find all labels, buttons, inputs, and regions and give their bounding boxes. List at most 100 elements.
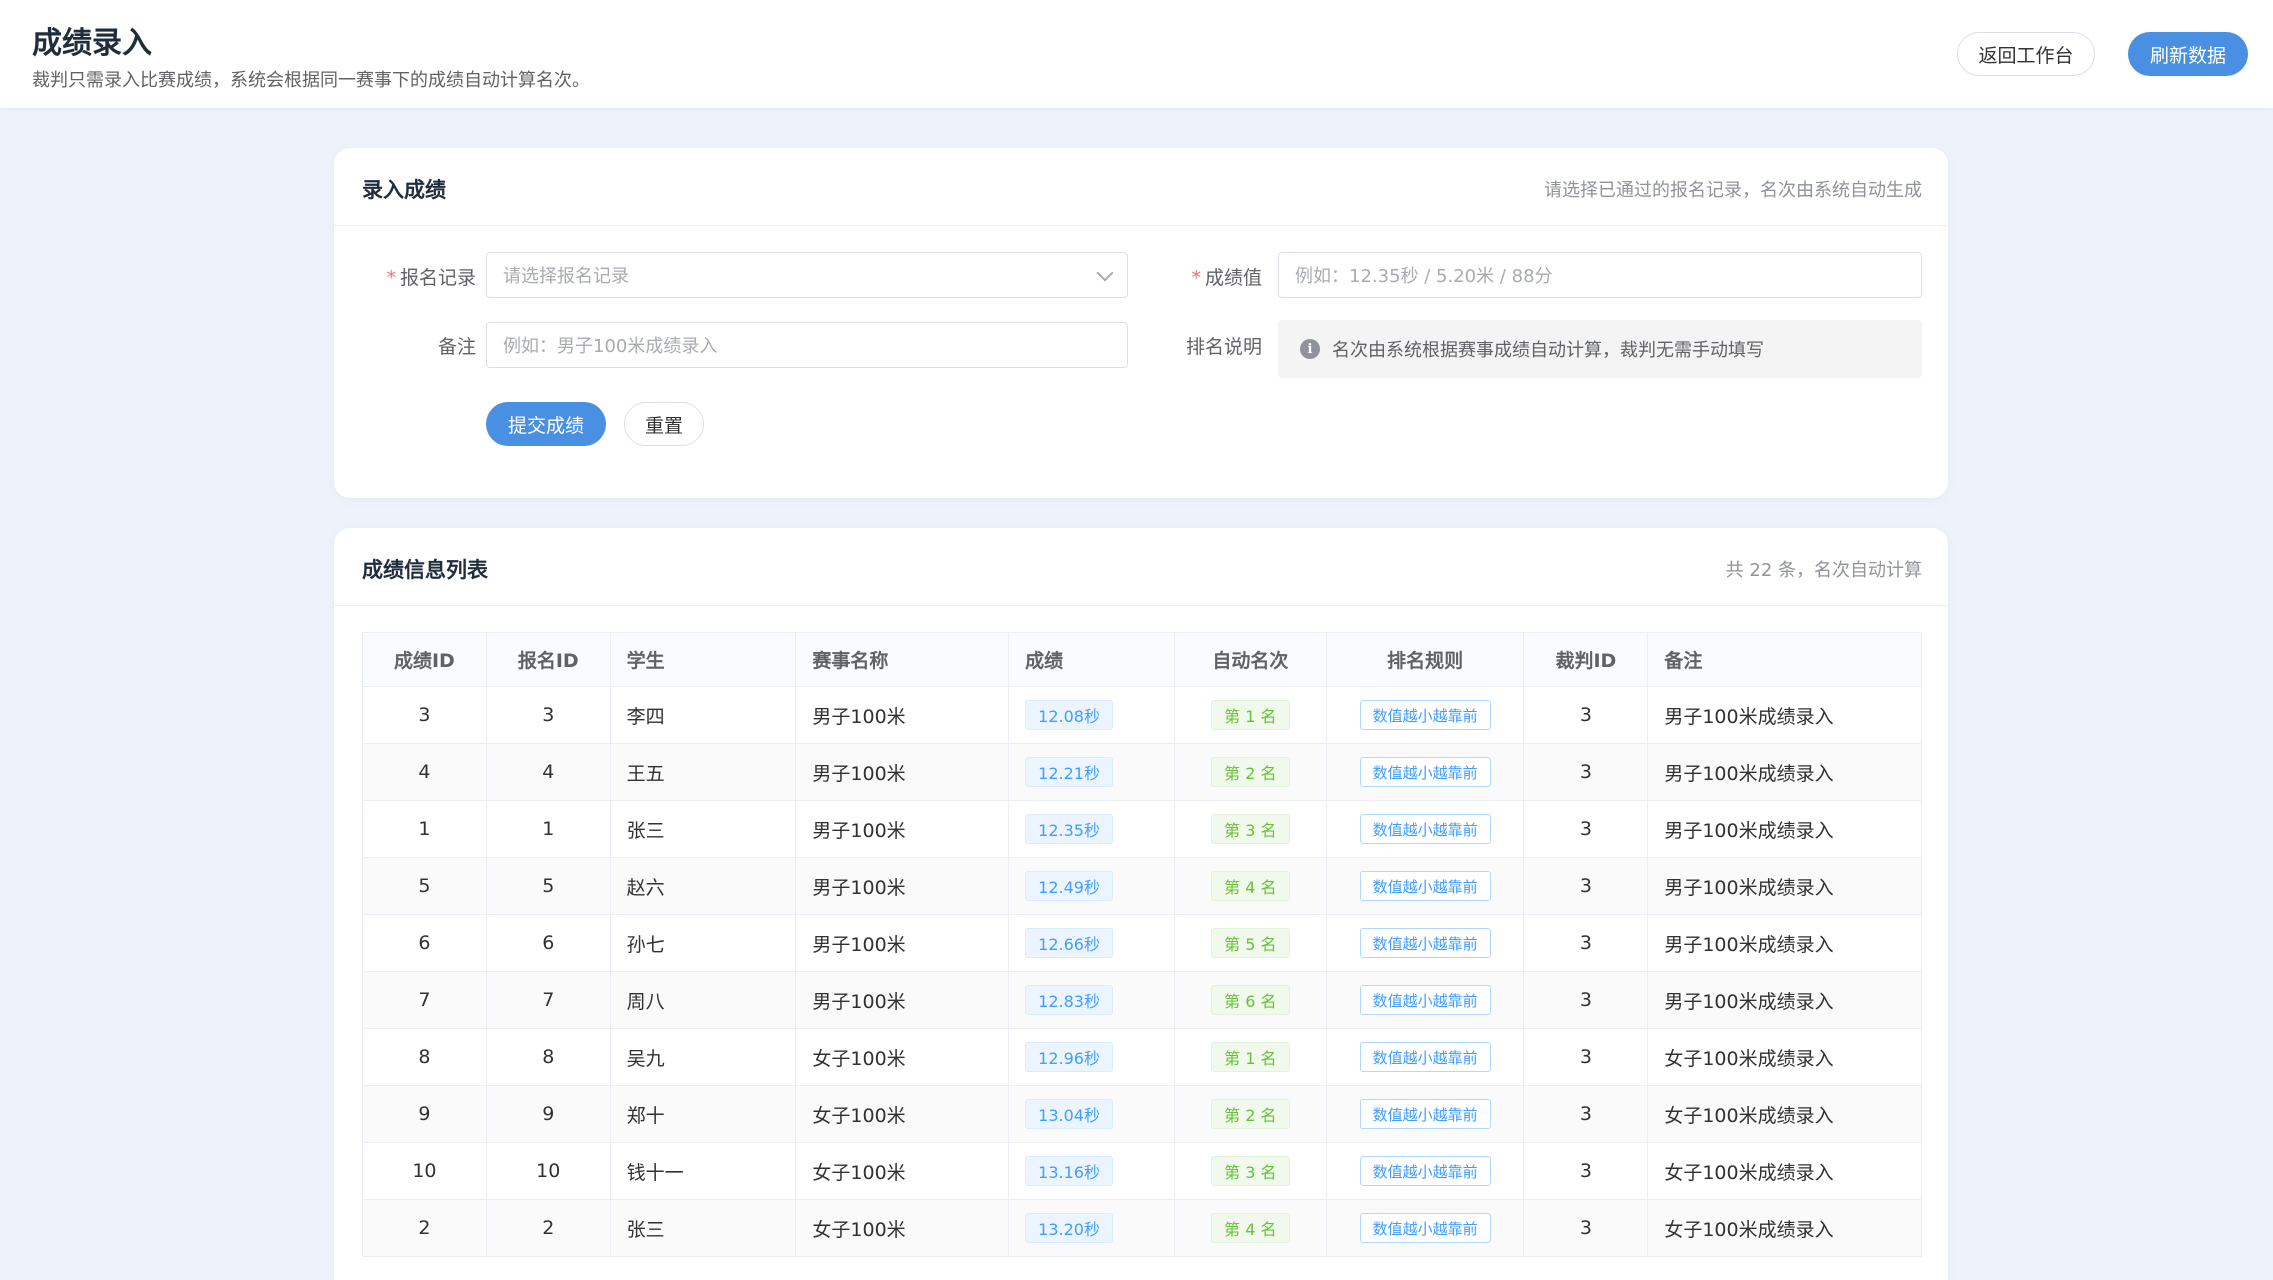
rank-description-tip: i 名次由系统根据赛事成绩自动计算，裁判无需手动填写 (1278, 320, 1922, 378)
column-header[interactable]: 成绩 (1009, 633, 1175, 686)
signup-id-cell: 8 (487, 1029, 611, 1085)
rule-tag: 数值越小越靠前 (1359, 1156, 1491, 1186)
rank-tag: 第 6 名 (1211, 985, 1290, 1015)
judge-id-cell: 3 (1524, 801, 1649, 857)
rule-cell: 数值越小越靠前 (1327, 858, 1525, 914)
score-id-cell: 5 (363, 858, 487, 914)
remark-input[interactable]: 例如：男子100米成绩录入 (486, 322, 1128, 368)
info-icon: i (1300, 339, 1320, 359)
table-row[interactable]: 2 2 张三 女子100米 13.20秒第 4 名数值越小越靠前 3 女子100米成绩录入 (363, 1200, 1921, 1257)
signup-id-cell: 5 (487, 858, 611, 914)
score-tag: 13.20秒 (1025, 1213, 1113, 1243)
page-subtitle: 裁判只需录入比赛成绩，系统会根据同一赛事下的成绩自动计算名次。 (32, 70, 590, 91)
table-row[interactable]: 5 5 赵六 男子100米 12.49秒第 4 名数值越小越靠前 3 男子100米成绩录入 (363, 858, 1921, 915)
table-row[interactable]: 4 4 王五 男子100米 12.21秒第 2 名数值越小越靠前 3 男子100米成绩录入 (363, 744, 1921, 801)
column-header[interactable]: 排名规则 (1327, 633, 1525, 686)
remark-cell: 男子100米成绩录入 (1664, 933, 1834, 956)
score-id-cell: 1 (363, 801, 487, 857)
event-name-cell: 男子100米 (796, 915, 1010, 971)
score-cell: 13.16秒 (1009, 1143, 1175, 1199)
table-row[interactable]: 3 3 李四 男子100米 12.08秒第 1 名数值越小越靠前 3 男子100米成绩录入 (363, 687, 1921, 744)
score-tag: 12.83秒 (1025, 985, 1113, 1015)
score-entry-card: 录入成绩 请选择已通过的报名记录，名次由系统自动生成 * 报名记录 请选择报名记录… (334, 148, 1948, 498)
score-id-cell: 8 (363, 1029, 487, 1085)
column-header[interactable]: 自动名次 (1175, 633, 1327, 686)
event-name-cell: 男子100米 (796, 858, 1010, 914)
rank-description-label: 排名说明 (1185, 336, 1262, 358)
score-id-cell: 2 (363, 1200, 487, 1256)
judge-id-cell: 3 (1524, 858, 1649, 914)
submit-score-button[interactable]: 提交成绩 (486, 402, 606, 446)
event-name-cell: 男子100米 (796, 744, 1010, 800)
rank-cell: 第 1 名 (1175, 1029, 1327, 1085)
judge-id-cell: 3 (1524, 687, 1649, 743)
event-name-cell: 男子100米 (796, 801, 1010, 857)
event-name-cell: 女子100米 (796, 1029, 1010, 1085)
table-row[interactable]: 10 10 钱十一 女子100米 13.16秒第 3 名数值越小越靠前 3 女子100米成绩… (363, 1143, 1921, 1200)
judge-id-cell: 3 (1524, 972, 1649, 1028)
rule-cell: 数值越小越靠前 (1327, 972, 1525, 1028)
score-tag: 13.04秒 (1025, 1099, 1113, 1129)
student-cell: 赵六 (611, 858, 797, 914)
rank-cell: 第 4 名 (1175, 1200, 1327, 1256)
signup-select[interactable]: 请选择报名记录 (486, 252, 1128, 298)
column-header[interactable]: 裁判ID (1524, 633, 1649, 686)
signup-id-cell: 9 (487, 1086, 611, 1142)
score-table: 成绩ID 报名ID 学生 赛事名称 成绩 自动名次 排名规则 裁判ID 备注 3… (362, 632, 1922, 1257)
column-header[interactable]: 成绩ID (363, 633, 487, 686)
table-row[interactable]: 6 6 孙七 男子100米 12.66秒第 5 名数值越小越靠前 3 男子100米成绩录入 (363, 915, 1921, 972)
score-cell: 12.83秒 (1009, 972, 1175, 1028)
rule-tag: 数值越小越靠前 (1359, 871, 1491, 901)
refresh-data-button[interactable]: 刷新数据 (2128, 32, 2248, 76)
score-cell: 12.21秒 (1009, 744, 1175, 800)
student-cell: 张三 (611, 1200, 797, 1256)
score-tag: 12.96秒 (1025, 1042, 1113, 1072)
judge-id-cell: 3 (1524, 1200, 1649, 1256)
score-value-input[interactable]: 例如：12.35秒 / 5.20米 / 88分 (1278, 252, 1922, 298)
remark-cell: 男子100米成绩录入 (1664, 762, 1834, 785)
student-cell: 周八 (611, 972, 797, 1028)
entry-card-header: 录入成绩 请选择已通过的报名记录，名次由系统自动生成 (334, 148, 1948, 226)
column-header[interactable]: 报名ID (487, 633, 611, 686)
score-cell: 12.49秒 (1009, 858, 1175, 914)
rule-cell: 数值越小越靠前 (1327, 1086, 1525, 1142)
top-bar: 成绩录入 裁判只需录入比赛成绩，系统会根据同一赛事下的成绩自动计算名次。 返回工… (0, 0, 2273, 108)
column-header[interactable]: 备注 (1648, 633, 1921, 686)
judge-id-cell: 3 (1524, 1029, 1649, 1085)
score-cell: 13.04秒 (1009, 1086, 1175, 1142)
entry-card-title: 录入成绩 (362, 178, 446, 202)
table-row[interactable]: 7 7 周八 男子100米 12.83秒第 6 名数值越小越靠前 3 男子100米成绩录入 (363, 972, 1921, 1029)
event-name-cell: 男子100米 (796, 972, 1010, 1028)
remark-cell: 男子100米成绩录入 (1664, 990, 1834, 1013)
back-to-workbench-button[interactable]: 返回工作台 (1957, 32, 2095, 76)
list-card-title: 成绩信息列表 (362, 558, 488, 582)
score-cell: 12.35秒 (1009, 801, 1175, 857)
table-row[interactable]: 9 9 郑十 女子100米 13.04秒第 2 名数值越小越靠前 3 女子100米成绩录入 (363, 1086, 1921, 1143)
student-cell: 张三 (611, 801, 797, 857)
score-tag: 12.08秒 (1025, 700, 1113, 730)
signup-label: * 报名记录 (386, 267, 476, 289)
score-id-cell: 7 (363, 972, 487, 1028)
rule-cell: 数值越小越靠前 (1327, 1143, 1525, 1199)
remark-cell: 女子100米成绩录入 (1664, 1161, 1834, 1184)
entry-card-hint: 请选择已通过的报名记录，名次由系统自动生成 (1544, 180, 1922, 201)
score-value-label: * 成绩值 (1191, 267, 1262, 289)
table-row[interactable]: 1 1 张三 男子100米 12.35秒第 3 名数值越小越靠前 3 男子100米成绩录入 (363, 801, 1921, 858)
rank-cell: 第 4 名 (1175, 858, 1327, 914)
score-id-cell: 10 (363, 1143, 487, 1199)
judge-id-cell: 3 (1524, 915, 1649, 971)
score-tag: 12.35秒 (1025, 814, 1113, 844)
rank-tag: 第 3 名 (1211, 1156, 1290, 1186)
score-tag: 13.16秒 (1025, 1156, 1113, 1186)
remark-cell: 女子100米成绩录入 (1664, 1104, 1834, 1127)
table-row[interactable]: 8 8 吴九 女子100米 12.96秒第 1 名数值越小越靠前 3 女子100米成绩录入 (363, 1029, 1921, 1086)
rule-cell: 数值越小越靠前 (1327, 687, 1525, 743)
reset-button[interactable]: 重置 (624, 402, 704, 446)
score-id-cell: 9 (363, 1086, 487, 1142)
page-title: 成绩录入 (32, 26, 152, 61)
rule-cell: 数值越小越靠前 (1327, 1029, 1525, 1085)
rank-tag: 第 5 名 (1211, 928, 1290, 958)
rank-tag: 第 3 名 (1211, 814, 1290, 844)
column-header[interactable]: 赛事名称 (796, 633, 1010, 686)
column-header[interactable]: 学生 (611, 633, 797, 686)
